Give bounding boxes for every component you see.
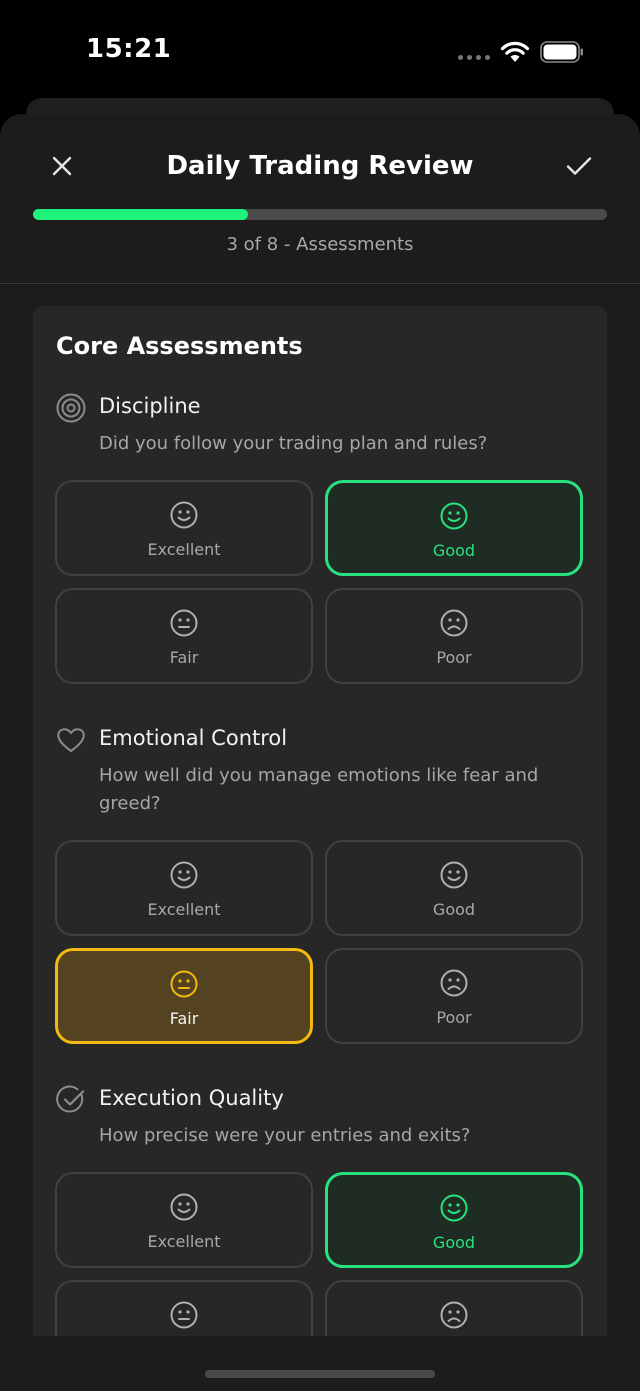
- status-bar: 15:21: [0, 0, 640, 100]
- rating-option-excellent[interactable]: Excellent: [55, 840, 313, 936]
- option-label: Fair: [169, 1009, 199, 1028]
- home-indicator[interactable]: [205, 1370, 435, 1378]
- section-label: Discipline: [99, 394, 201, 418]
- assessment-section-discipline: Discipline Did you follow your trading pl…: [55, 390, 585, 684]
- rating-option-fair[interactable]: Fair: [55, 588, 313, 684]
- status-time: 15:21: [86, 34, 172, 64]
- heart-icon: [55, 724, 87, 756]
- assessment-section-execution-quality: Execution Quality How precise were your e…: [55, 1082, 585, 1376]
- rating-option-fair[interactable]: Fair: [55, 948, 313, 1044]
- neutral-face-icon: [169, 608, 199, 642]
- happy-face-icon: [169, 860, 199, 894]
- page-title: Daily Trading Review: [166, 151, 474, 181]
- rating-options: Excellent Good Fair Poor: [55, 480, 585, 684]
- review-sheet: Daily Trading Review 3 of 8 - Assessment…: [0, 114, 640, 1391]
- section-label: Emotional Control: [99, 726, 288, 750]
- happy-face-icon: [439, 501, 469, 535]
- section-description: How well did you manage emotions like fe…: [99, 765, 539, 814]
- section-header: Execution Quality: [55, 1082, 585, 1122]
- rating-option-excellent[interactable]: Excellent: [55, 1172, 313, 1268]
- happy-face-icon: [169, 1192, 199, 1226]
- option-label: Good: [432, 900, 476, 919]
- sad-face-icon: [439, 968, 469, 1002]
- sad-face-icon: [439, 608, 469, 642]
- core-assessments-card: Core Assessments Discipline Did you follo…: [33, 306, 607, 1391]
- sad-face-icon: [439, 1300, 469, 1334]
- cellular-signal-icon: [458, 55, 490, 60]
- option-label: Excellent: [147, 900, 221, 919]
- progress-bar-fill: [33, 209, 249, 220]
- rating-option-poor[interactable]: Poor: [325, 588, 583, 684]
- checkmark-icon: [566, 157, 592, 175]
- section-header: Emotional Control: [55, 722, 585, 762]
- assessment-section-emotional-control: Emotional Control How well did you manage…: [55, 722, 585, 1044]
- option-label: Excellent: [147, 540, 221, 559]
- rating-option-good[interactable]: Good: [325, 480, 583, 576]
- card-title: Core Assessments: [56, 332, 303, 360]
- section-description: How precise were your entries and exits?: [99, 1125, 471, 1146]
- option-label: Poor: [436, 1008, 472, 1027]
- section-label: Execution Quality: [99, 1086, 284, 1110]
- confirm-button[interactable]: [560, 148, 598, 184]
- happy-face-icon: [439, 860, 469, 894]
- rating-options: Excellent Good Fair Poor: [55, 840, 585, 1044]
- section-header: Discipline: [55, 390, 585, 430]
- battery-icon: [540, 41, 583, 63]
- rating-option-good[interactable]: Good: [325, 1172, 583, 1268]
- happy-face-icon: [169, 500, 199, 534]
- option-label: Excellent: [147, 1232, 221, 1251]
- option-label: Good: [432, 1233, 476, 1252]
- progress-bar: [33, 209, 607, 220]
- neutral-face-icon: [169, 1300, 199, 1334]
- rating-option-poor[interactable]: Poor: [325, 948, 583, 1044]
- bottom-safe-area: [0, 1336, 640, 1391]
- rating-option-good[interactable]: Good: [325, 840, 583, 936]
- neutral-face-icon: [169, 969, 199, 1003]
- option-label: Fair: [169, 648, 199, 667]
- progress-text: 3 of 8 - Assessments: [226, 234, 414, 255]
- wifi-icon: [500, 41, 530, 62]
- check-circle-icon: [55, 1084, 87, 1116]
- happy-face-icon: [439, 1193, 469, 1227]
- option-label: Poor: [436, 648, 472, 667]
- option-label: Good: [432, 541, 476, 560]
- sheet-header: Daily Trading Review 3 of 8 - Assessment…: [0, 114, 640, 284]
- target-icon: [55, 392, 87, 424]
- section-description: Did you follow your trading plan and rul…: [99, 433, 488, 454]
- screen: 15:21 Daily Trading Review 3 of 8 - Asse…: [0, 0, 640, 1391]
- rating-option-excellent[interactable]: Excellent: [55, 480, 313, 576]
